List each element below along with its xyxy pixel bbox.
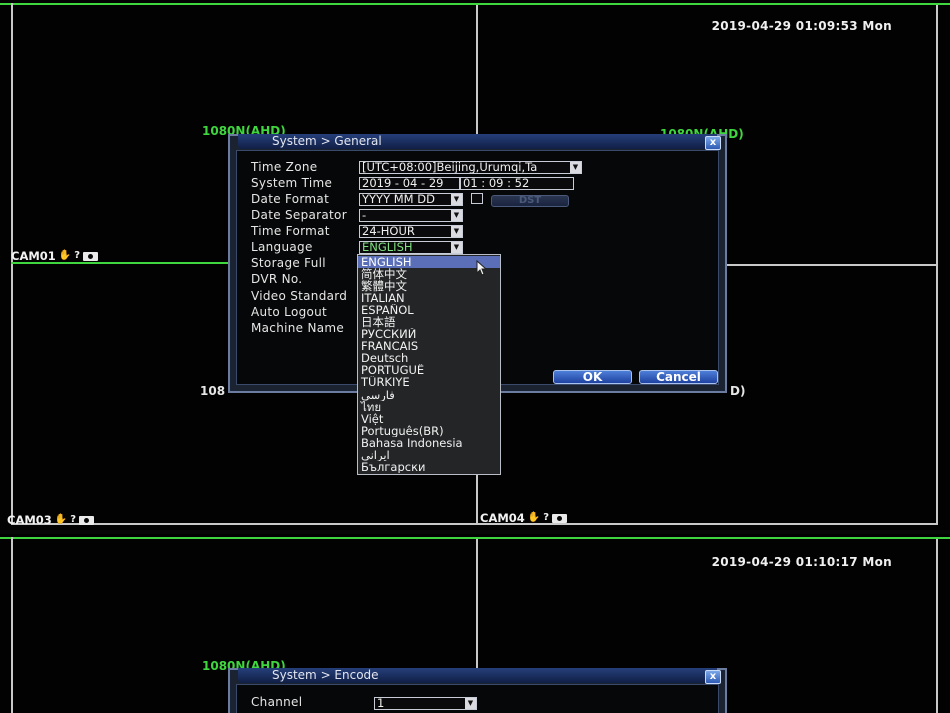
system-clock-field[interactable]: 01 : 09 : 52	[460, 177, 574, 190]
chevron-down-icon[interactable]: ▼	[451, 194, 462, 205]
grid-top-border	[0, 3, 950, 5]
label-dvr-no: DVR No.	[251, 272, 303, 286]
encode-settings-dialog: System > Encode x Channel 1 ▼	[228, 668, 727, 713]
question-icon: ?	[74, 250, 81, 261]
language-option[interactable]: РУССКИЙ	[358, 328, 500, 340]
dialog-titlebar: System > Encode	[238, 668, 717, 683]
language-select[interactable]: ENGLISH ▼	[359, 241, 463, 254]
language-option[interactable]: Việt	[358, 413, 500, 425]
label-language: Language	[251, 240, 313, 254]
cam03-name: CAM03	[7, 513, 52, 527]
record-icon	[552, 513, 568, 523]
mouse-cursor-icon	[476, 260, 488, 276]
language-option[interactable]: Português(BR)	[358, 425, 500, 437]
language-value: ENGLISH	[362, 241, 413, 254]
language-option[interactable]: Български	[358, 461, 500, 473]
date-format-select[interactable]: YYYY MM DD ▼	[359, 193, 463, 206]
grid-bottom-border	[11, 523, 938, 525]
time-format-select[interactable]: 24-HOUR ▼	[359, 225, 463, 238]
close-icon[interactable]: x	[705, 670, 721, 684]
language-option[interactable]: ITALIAN	[358, 292, 500, 304]
label-system-time: System Time	[251, 176, 333, 190]
grid-middle-right	[726, 264, 938, 266]
datetime-top: 2019-04-29 01:09:53 Mon	[711, 19, 892, 33]
chevron-down-icon[interactable]: ▼	[570, 162, 581, 173]
language-option[interactable]: Bahasa Indonesia	[358, 437, 500, 449]
question-icon: ?	[543, 512, 550, 523]
datetime-bottom: 2019-04-29 01:10:17 Mon	[711, 555, 892, 569]
language-dropdown-list[interactable]: ENGLISH 简体中文 繁體中文 ITALIAN ESPAÑOL 日本語 РУ…	[357, 254, 501, 475]
system-date-value: 2019 - 04 - 29	[362, 177, 444, 190]
language-option[interactable]: 繁體中文	[358, 280, 500, 292]
cam01-label: CAM01 ✋ ?	[11, 249, 99, 263]
label-date-separator: Date Separator	[251, 208, 347, 222]
language-option[interactable]: فارسی	[358, 389, 500, 401]
time-zone-value: [UTC+08:00]Beijing,Urumqi,Ta	[362, 161, 538, 174]
res-label-ch4: D)	[730, 384, 746, 398]
cam01-name: CAM01	[11, 249, 56, 263]
dialog-body: Channel 1 ▼	[236, 684, 719, 713]
language-option[interactable]: FRANCAIS	[358, 340, 500, 352]
chevron-down-icon[interactable]: ▼	[451, 226, 462, 237]
channel-select[interactable]: 1 ▼	[374, 697, 477, 710]
language-option[interactable]: ไทย	[358, 401, 500, 413]
label-auto-logout: Auto Logout	[251, 305, 328, 319]
chevron-down-icon[interactable]: ▼	[465, 698, 476, 709]
bottom-screen: 2019-04-29 01:10:17 Mon 1080N(AHD) Syste…	[0, 534, 950, 713]
record-icon	[83, 251, 99, 261]
top-screen: 2019-04-29 01:09:53 Mon 1080N(AHD) 1080N…	[0, 0, 950, 530]
date-format-value: YYYY MM DD	[362, 193, 435, 206]
cancel-button[interactable]: Cancel	[639, 370, 718, 384]
time-zone-select[interactable]: [UTC+08:00]Beijing,Urumqi,Ta ▼	[359, 161, 582, 174]
channel-value: 1	[377, 697, 385, 710]
record-icon	[79, 515, 95, 525]
grid-right-border	[936, 539, 938, 713]
system-date-field[interactable]: 2019 - 04 - 29	[359, 177, 460, 190]
dialog-titlebar: System > General	[238, 134, 717, 149]
language-option[interactable]: ESPAÑOL	[358, 304, 500, 316]
motion-icon: ✋	[54, 514, 68, 525]
cam04-label: CAM04 ✋ ?	[480, 511, 568, 525]
language-option[interactable]: ایرانی	[358, 449, 500, 461]
ok-button[interactable]: OK	[553, 370, 632, 384]
label-storage-full: Storage Full	[251, 256, 326, 270]
label-date-format: Date Format	[251, 192, 330, 206]
motion-icon: ✋	[58, 250, 72, 261]
language-option[interactable]: PORTUGUÊ	[358, 364, 500, 376]
label-time-zone: Time Zone	[251, 160, 318, 174]
label-video-standard: Video Standard	[251, 289, 348, 303]
label-channel: Channel	[251, 695, 303, 709]
dst-button[interactable]: DST	[491, 195, 569, 207]
grid-left-border	[11, 537, 13, 713]
label-machine-name: Machine Name	[251, 321, 345, 335]
chevron-down-icon[interactable]: ▼	[451, 242, 462, 253]
dialog-title: System > Encode	[272, 668, 379, 682]
grid-top-border	[0, 537, 950, 539]
language-option[interactable]: TÜRKIYE	[358, 376, 500, 388]
question-icon: ?	[70, 514, 77, 525]
dst-checkbox[interactable]	[471, 193, 483, 204]
date-separator-select[interactable]: - ▼	[359, 209, 463, 222]
res-label-ch3: 108	[200, 384, 226, 398]
dialog-title: System > General	[272, 134, 382, 148]
language-option[interactable]: Deutsch	[358, 352, 500, 364]
system-clock-value: 01 : 09 : 52	[463, 177, 530, 190]
label-time-format: Time Format	[251, 224, 330, 238]
cam04-name: CAM04	[480, 511, 525, 525]
cam03-label: CAM03 ✋ ?	[7, 513, 95, 527]
chevron-down-icon[interactable]: ▼	[451, 210, 462, 221]
time-format-value: 24-HOUR	[362, 225, 415, 238]
close-icon[interactable]: x	[705, 136, 721, 150]
date-separator-value: -	[362, 209, 367, 222]
motion-icon: ✋	[527, 512, 541, 523]
language-option[interactable]: 日本語	[358, 316, 500, 328]
